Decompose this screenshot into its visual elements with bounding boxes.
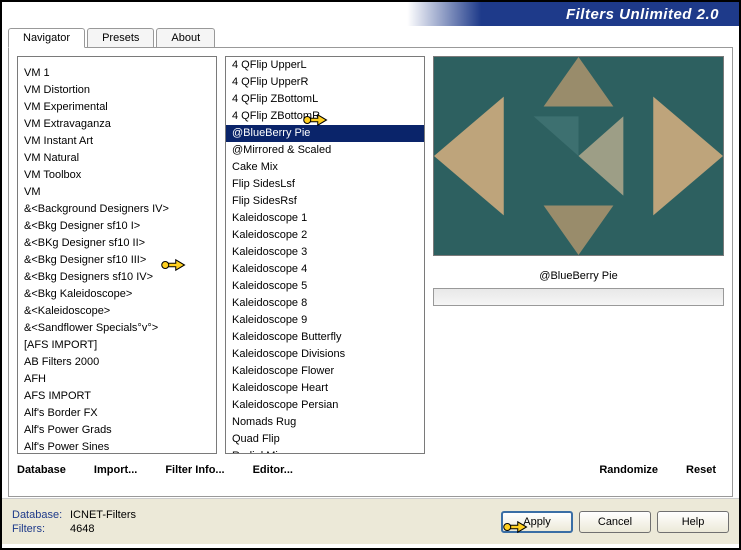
list-item[interactable]: AFS IMPORT	[18, 388, 216, 405]
list-item[interactable]: VM Instant Art	[18, 133, 216, 150]
reset-button[interactable]: Reset	[686, 464, 716, 476]
list-item[interactable]: &<Background Designers IV>	[18, 201, 216, 218]
tab-presets[interactable]: Presets	[87, 28, 154, 48]
title-bar: Filters Unlimited 2.0	[2, 2, 739, 26]
database-button[interactable]: Database	[17, 464, 66, 476]
list-item[interactable]: Kaleidoscope 3	[226, 244, 424, 261]
list-item[interactable]: VM Distortion	[18, 82, 216, 99]
tab-strip: Navigator Presets About	[2, 28, 739, 48]
list-item[interactable]: Cake Mix	[226, 159, 424, 176]
filter-preview	[433, 56, 724, 256]
list-item[interactable]: Alf's Power Grads	[18, 422, 216, 439]
list-item[interactable]: Alf's Power Sines	[18, 439, 216, 454]
list-item[interactable]: VM	[18, 184, 216, 201]
import-button[interactable]: Import...	[94, 464, 137, 476]
preview-progress-bar	[433, 288, 724, 306]
randomize-button[interactable]: Randomize	[599, 464, 658, 476]
footer-filters-value: 4648	[70, 523, 94, 535]
list-item[interactable]: Kaleidoscope 9	[226, 312, 424, 329]
apply-button[interactable]: Apply	[501, 511, 573, 533]
list-item[interactable]: Kaleidoscope Divisions	[226, 346, 424, 363]
list-item[interactable]: Kaleidoscope 1	[226, 210, 424, 227]
list-item[interactable]: 4 QFlip UpperR	[226, 74, 424, 91]
list-item[interactable]: 4 QFlip UpperL	[226, 57, 424, 74]
help-button[interactable]: Help	[657, 511, 729, 533]
list-item[interactable]: @BlueBerry Pie	[226, 125, 424, 142]
list-item[interactable]: Kaleidoscope 5	[226, 278, 424, 295]
list-item[interactable]: Nomads Rug	[226, 414, 424, 431]
list-item[interactable]: &<BKg Designer sf10 II>	[18, 235, 216, 252]
list-item[interactable]: VM 1	[18, 65, 216, 82]
list-item[interactable]: Kaleidoscope Persian	[226, 397, 424, 414]
list-item[interactable]: Radial Mirror	[226, 448, 424, 454]
footer-database-label: Database:	[12, 509, 70, 521]
list-item[interactable]: VM Natural	[18, 150, 216, 167]
footer-database-value: ICNET-Filters	[70, 509, 136, 521]
list-item[interactable]: &<Bkg Kaleidoscope>	[18, 286, 216, 303]
list-item[interactable]: Flip SidesLsf	[226, 176, 424, 193]
tab-panel: VM 1VM DistortionVM ExperimentalVM Extra…	[8, 47, 733, 497]
list-item[interactable]: Kaleidoscope Butterfly	[226, 329, 424, 346]
preview-filter-name: @BlueBerry Pie	[433, 270, 724, 282]
list-item[interactable]: VM Experimental	[18, 99, 216, 116]
list-item[interactable]: [AFS IMPORT]	[18, 337, 216, 354]
list-item[interactable]: @Mirrored & Scaled	[226, 142, 424, 159]
list-item[interactable]: 4 QFlip ZBottomR	[226, 108, 424, 125]
list-item[interactable]: AFH	[18, 371, 216, 388]
cancel-button[interactable]: Cancel	[579, 511, 651, 533]
list-item[interactable]: &<Bkg Designer sf10 I>	[18, 218, 216, 235]
footer-bar: Database: ICNET-Filters Filters: 4648 Ap…	[2, 498, 739, 544]
editor-button[interactable]: Editor...	[253, 464, 293, 476]
list-item[interactable]: AB Filters 2000	[18, 354, 216, 371]
list-item[interactable]: Kaleidoscope Heart	[226, 380, 424, 397]
footer-filters-label: Filters:	[12, 523, 70, 535]
filter-listbox[interactable]: 4 QFlip UpperL4 QFlip UpperR4 QFlip ZBot…	[225, 56, 425, 454]
list-item[interactable]: Flip SidesRsf	[226, 193, 424, 210]
list-item[interactable]: Kaleidoscope 2	[226, 227, 424, 244]
action-row: Database Import... Filter Info... Editor…	[17, 464, 724, 476]
category-listbox[interactable]: VM 1VM DistortionVM ExperimentalVM Extra…	[17, 56, 217, 454]
list-item[interactable]: 4 QFlip ZBottomL	[226, 91, 424, 108]
list-item[interactable]: VM Toolbox	[18, 167, 216, 184]
list-item[interactable]: VM Extravaganza	[18, 116, 216, 133]
list-item[interactable]: &<Bkg Designer sf10 III>	[18, 252, 216, 269]
list-item[interactable]: &<Sandflower Specials°v°>	[18, 320, 216, 337]
list-item[interactable]: Quad Flip	[226, 431, 424, 448]
filter-info-button[interactable]: Filter Info...	[165, 464, 224, 476]
tab-navigator[interactable]: Navigator	[8, 28, 85, 48]
list-item[interactable]: &<Kaleidoscope>	[18, 303, 216, 320]
list-item[interactable]: Alf's Border FX	[18, 405, 216, 422]
list-item[interactable]: Kaleidoscope Flower	[226, 363, 424, 380]
app-title: Filters Unlimited 2.0	[566, 6, 719, 23]
list-item[interactable]: &<Bkg Designers sf10 IV>	[18, 269, 216, 286]
tab-about[interactable]: About	[156, 28, 215, 48]
list-item[interactable]: Kaleidoscope 4	[226, 261, 424, 278]
list-item[interactable]: Kaleidoscope 8	[226, 295, 424, 312]
